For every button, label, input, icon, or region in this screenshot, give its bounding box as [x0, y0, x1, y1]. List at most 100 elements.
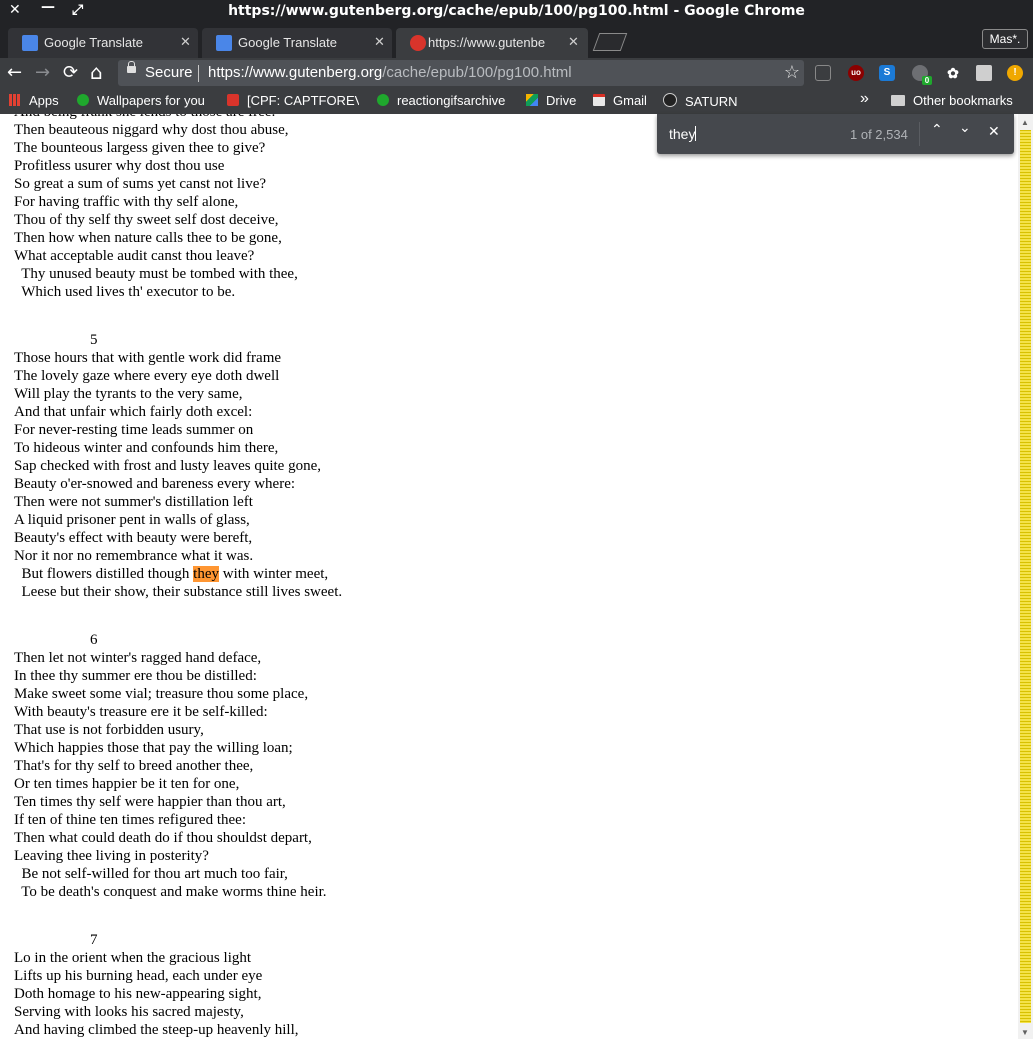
scroll-down-arrow-icon[interactable]: ▼ [1021, 1028, 1029, 1037]
poem-line: Thy unused beauty must be tombed with th… [14, 266, 298, 282]
warning-icon[interactable]: ! [1007, 65, 1023, 81]
profile-button[interactable]: Mas*. [982, 29, 1028, 49]
find-result-count: 1 of 2,534 [850, 127, 908, 142]
poem-text: And being frank she lends to those are f… [14, 114, 342, 1039]
line-text: with winter meet, [219, 566, 329, 582]
separator [919, 122, 920, 146]
url-host: https://www.gutenberg.org [208, 64, 383, 81]
poem-line: Be not self-willed for thou art much too… [14, 866, 288, 882]
poem-line: Then how when nature calls thee to be go… [14, 230, 282, 246]
tab-close-icon[interactable]: ✕ [374, 34, 385, 50]
poem-line: For never-resting time leads summer on [14, 422, 254, 438]
other-bookmarks[interactable]: Other bookmarks [891, 93, 1013, 108]
bookmark-label: [CPF: CAPTFOREVER [247, 93, 359, 108]
poem-line: Beauty's effect with beauty were bereft, [14, 530, 253, 546]
lock-icon [127, 61, 136, 73]
poem-line: Then what could death do if thou shoulds… [14, 830, 312, 846]
poem-line: For having traffic with thy self alone, [14, 194, 239, 210]
bookmark-favicon-icon [377, 94, 389, 106]
poem-line: Will play the tyrants to the very same, [14, 386, 243, 402]
separator [198, 65, 199, 82]
tab-strip: Google Translate ✕ Google Translate ✕ ht… [0, 22, 1033, 58]
mouse-icon[interactable] [815, 65, 831, 81]
sonnet-number: 5 [90, 332, 98, 348]
bookmark-gmail[interactable]: Gmail [593, 93, 647, 108]
bookmark-cpf[interactable]: [CPF: CAPTFOREVER [227, 93, 359, 108]
poem-line: Those hours that with gentle work did fr… [14, 350, 282, 366]
window-title: https://www.gutenberg.org/cache/epub/100… [228, 3, 805, 19]
poem-line: Thou of thy self thy sweet self dost dec… [14, 212, 279, 228]
ublock-icon[interactable]: uo [848, 65, 864, 81]
text-caret [695, 126, 697, 141]
gutenberg-icon [410, 35, 426, 51]
tab-google-translate-1[interactable]: Google Translate ✕ [8, 28, 198, 58]
bookmark-saturn[interactable]: SATURN [663, 93, 737, 109]
poem-line: Lifts up his burning head, each under ey… [14, 968, 263, 984]
find-next-button[interactable]: ⌄ [959, 120, 971, 136]
tab-label: Google Translate [238, 35, 338, 50]
poem-line: Beauty o'er-snowed and bareness every wh… [14, 476, 296, 492]
drive-icon [526, 94, 538, 106]
poem-line: Then beauteous niggard why dost thou abu… [14, 122, 289, 138]
poem-line: Lo in the orient when the gracious light [14, 950, 252, 966]
poem-line: To hideous winter and confounds him ther… [14, 440, 279, 456]
poem-line: With beauty's treasure ere it be self-ki… [14, 704, 268, 720]
toolbar: ← → ⟳ ⌂ Secure https://www.gutenberg.org… [0, 58, 1033, 88]
poem-line: Nor it nor no remembrance what it was. [14, 548, 254, 564]
tab-google-translate-2[interactable]: Google Translate ✕ [202, 28, 392, 58]
sonnet-number: 6 [90, 632, 98, 648]
tab-close-icon[interactable]: ✕ [568, 34, 579, 50]
poem-line: Or ten times happier be it ten for one, [14, 776, 240, 792]
google-translate-icon [22, 35, 38, 51]
page-content: And being frank she lends to those are f… [0, 114, 1018, 1039]
tab-close-icon[interactable]: ✕ [180, 34, 191, 50]
bookmark-apps[interactable]: Apps [9, 93, 59, 108]
poem-line: A liquid prisoner pent in walls of glass… [14, 512, 250, 528]
bookmark-wallpapers[interactable]: Wallpapers for you [77, 93, 210, 108]
skype-icon[interactable]: S [879, 65, 895, 81]
home-button[interactable]: ⌂ [90, 60, 103, 84]
secure-label: Secure [145, 64, 193, 81]
back-button[interactable]: ← [7, 62, 22, 83]
bookmark-label: Wallpapers for you [97, 93, 205, 108]
reader-icon[interactable] [976, 65, 992, 81]
sonnet-5: Those hours that with gentle work did fr… [14, 349, 342, 565]
reload-button[interactable]: ⟳ [63, 62, 78, 83]
bookmark-reactiongifs[interactable]: reactiongifsarchive [377, 93, 512, 108]
tab-gutenberg[interactable]: https://www.gutenbe ✕ [396, 28, 588, 58]
poem-line: And that unfair which fairly doth excel: [14, 404, 253, 420]
scroll-up-arrow-icon[interactable]: ▲ [1021, 118, 1029, 127]
poem-line: Which happies those that pay the willing… [14, 740, 293, 756]
poem-line: Make sweet some vial; treasure thou some… [14, 686, 309, 702]
bookmark-drive[interactable]: Drive [526, 93, 576, 108]
sonnet-7: Lo in the orient when the gracious light… [14, 949, 342, 1039]
poem-line: That's for thy self to breed another the… [14, 758, 254, 774]
vertical-scrollbar[interactable]: ▲ ▼ [1018, 114, 1033, 1039]
poem-line: Serving with looks his sacred majesty, [14, 1004, 244, 1020]
bookmarks-overflow-button[interactable]: » [860, 90, 869, 108]
poem-line: Doth homage to his new-appearing sight, [14, 986, 262, 1002]
gnome-icon[interactable]: ✿ [945, 65, 961, 81]
find-close-button[interactable]: ✕ [988, 124, 1000, 140]
google-translate-icon [216, 35, 232, 51]
find-result-markers [1020, 130, 1031, 1023]
bookmark-label: reactiongifsarchive [397, 93, 506, 108]
poem-line: The bounteous largess given thee to give… [14, 140, 266, 156]
address-bar[interactable]: Secure https://www.gutenberg.org/cache/e… [118, 60, 804, 86]
sonnet-4-tail: And being frank she lends to those are f… [14, 114, 342, 301]
poem-line: What acceptable audit canst thou leave? [14, 248, 255, 264]
poem-line: Sap checked with frost and lusty leaves … [14, 458, 322, 474]
tab-label: https://www.gutenbe [428, 35, 546, 50]
title-bar: ✕ — ⤢ https://www.gutenberg.org/cache/ep… [0, 0, 1033, 22]
poem-line: Ten times thy self were happier than tho… [14, 794, 286, 810]
poem-line: That use is not forbidden usury, [14, 722, 204, 738]
url-text[interactable]: https://www.gutenberg.org/cache/epub/100… [208, 64, 572, 81]
bookmark-star-icon[interactable]: ☆ [784, 62, 800, 83]
forward-button[interactable]: → [35, 62, 50, 83]
poem-line: But flowers distilled though they with w… [14, 565, 342, 583]
find-input[interactable]: they [669, 126, 697, 142]
find-previous-button[interactable]: ⌃ [931, 122, 943, 138]
